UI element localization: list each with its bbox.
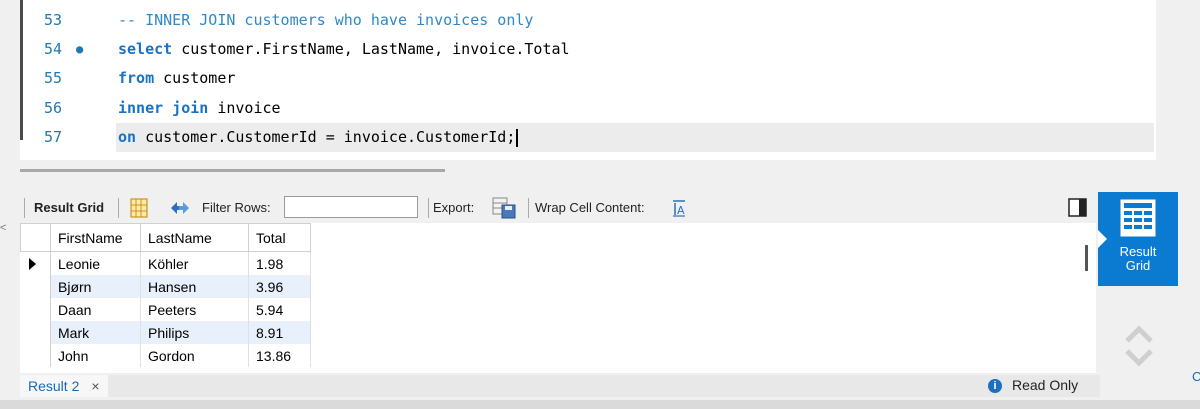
- code-text: from customer: [118, 64, 235, 93]
- table-row[interactable]: Leonie Köhler 1.98: [20, 251, 311, 275]
- table-row[interactable]: Bjørn Hansen 3.96: [20, 275, 311, 298]
- code-text: inner join invoice: [118, 94, 281, 123]
- result-tab-bar: Result 2 × i Read Only: [20, 375, 1100, 397]
- side-selection-notch: [1098, 230, 1107, 248]
- result-grid-tab-label[interactable]: Result Grid: [34, 200, 104, 215]
- sql-keyword: inner join: [118, 99, 209, 117]
- edge-fragment: C: [1192, 369, 1200, 384]
- cell-lastname[interactable]: Hansen: [140, 275, 249, 298]
- result-grid-side-button[interactable]: Result Grid: [1098, 192, 1178, 286]
- panel-toggle-icon[interactable]: [1068, 198, 1088, 218]
- code-text: select customer.FirstName, LastName, inv…: [118, 35, 570, 64]
- cell-firstname[interactable]: Leonie: [50, 251, 141, 275]
- filter-rows-label: Filter Rows:: [202, 200, 271, 215]
- table-row[interactable]: Daan Peeters 5.94: [20, 298, 311, 321]
- sql-keyword: from: [118, 69, 155, 87]
- row-header[interactable]: [20, 275, 51, 298]
- cell-lastname[interactable]: Philips: [140, 321, 249, 344]
- sql-keyword: select: [118, 40, 173, 58]
- side-label-line: Result: [1119, 244, 1157, 259]
- cell-firstname[interactable]: Daan: [50, 298, 141, 321]
- code-line-57-active[interactable]: on customer.CustomerId = invoice.Custome…: [116, 123, 1154, 152]
- text-caret: [516, 128, 519, 147]
- cell-lastname[interactable]: Köhler: [140, 251, 249, 275]
- result-grid-side-label: Result Grid: [1098, 245, 1178, 273]
- statement-marker-icon[interactable]: ●: [76, 35, 83, 64]
- read-only-status: i Read Only: [988, 377, 1079, 394]
- table-row[interactable]: Mark Philips 8.91: [20, 321, 311, 344]
- scroll-up-down-icon[interactable]: [1124, 323, 1154, 369]
- editor-horizontal-scrollbar[interactable]: [20, 169, 445, 172]
- grid-vertical-scrollbar[interactable]: [1085, 245, 1088, 271]
- cell-total[interactable]: 5.94: [248, 298, 311, 321]
- refresh-arrows-icon[interactable]: [168, 198, 192, 218]
- info-icon: i: [988, 379, 1002, 394]
- code-text: on customer.CustomerId = invoice.Custome…: [118, 123, 519, 152]
- cell-total[interactable]: 3.96: [248, 275, 311, 298]
- code-line-53[interactable]: 53 -- INNER JOIN customers who have invo…: [20, 6, 1156, 35]
- cell-lastname[interactable]: Peeters: [140, 298, 249, 321]
- result-grid[interactable]: FirstName LastName Total Leonie Köhler 1…: [20, 223, 1096, 373]
- svg-text:A: A: [677, 204, 685, 217]
- column-header-lastname[interactable]: LastName: [140, 223, 249, 252]
- toolbar-separator: [24, 198, 25, 218]
- row-header[interactable]: [20, 298, 51, 321]
- cell-lastname[interactable]: Gordon: [140, 344, 249, 367]
- column-header-total[interactable]: Total: [248, 223, 311, 252]
- cell-firstname[interactable]: Mark: [50, 321, 141, 344]
- export-icon[interactable]: [492, 196, 518, 220]
- line-number: 57: [44, 128, 63, 146]
- result-2-tab[interactable]: Result 2 ×: [20, 375, 108, 397]
- toolbar-separator: [118, 198, 119, 218]
- cell-total[interactable]: 13.86: [248, 344, 311, 367]
- column-header-firstname[interactable]: FirstName: [50, 223, 141, 252]
- code-line-54[interactable]: 54 ● select customer.FirstName, LastName…: [20, 35, 1156, 64]
- read-only-label: Read Only: [1012, 377, 1079, 393]
- row-header-corner: [20, 223, 51, 252]
- sql-text: customer: [154, 69, 236, 87]
- export-label: Export:: [433, 200, 475, 215]
- sql-editor[interactable]: 53 -- INNER JOIN customers who have invo…: [20, 0, 1156, 160]
- cell-firstname[interactable]: John: [50, 344, 141, 367]
- tab-label: Result 2: [28, 378, 80, 394]
- toolbar-separator: [428, 198, 429, 218]
- result-toolbar: Result Grid Filter Rows: Export: Wrap Ce…: [20, 193, 1096, 223]
- filter-rows-input[interactable]: [284, 196, 418, 218]
- result-table: FirstName LastName Total Leonie Köhler 1…: [20, 223, 311, 367]
- bottom-divider: [0, 400, 1200, 409]
- code-line-55[interactable]: 55 from customer: [20, 64, 1156, 93]
- sql-text: invoice: [208, 99, 281, 117]
- sql-text: customer.FirstName, LastName, invoice.To…: [172, 40, 570, 58]
- header-row: FirstName LastName Total: [20, 223, 311, 252]
- result-grid-icon: [1120, 199, 1156, 237]
- sql-comment: -- INNER JOIN customers who have invoice…: [118, 11, 534, 29]
- line-number: 56: [44, 99, 63, 117]
- close-icon[interactable]: ×: [91, 378, 99, 394]
- table-row[interactable]: John Gordon 13.86: [20, 344, 311, 367]
- current-row-arrow-icon: [28, 257, 36, 270]
- line-number: 54: [44, 40, 63, 58]
- wrap-text-icon[interactable]: A: [670, 199, 688, 217]
- sql-keyword: on: [118, 128, 137, 146]
- toolbar-separator: [528, 198, 529, 218]
- wrap-cell-content-label: Wrap Cell Content:: [535, 200, 645, 215]
- collapse-arrow-icon[interactable]: <: [0, 222, 6, 234]
- grid-toggle-icon[interactable]: [130, 198, 148, 218]
- row-header[interactable]: [20, 251, 51, 275]
- row-header[interactable]: [20, 344, 51, 367]
- sql-text: customer.CustomerId = invoice.CustomerId…: [136, 128, 516, 146]
- line-number: 53: [44, 11, 63, 29]
- cell-total[interactable]: 1.98: [248, 251, 311, 275]
- row-header[interactable]: [20, 321, 51, 344]
- code-line-56[interactable]: 56 inner join invoice: [20, 94, 1156, 123]
- cell-total[interactable]: 8.91: [248, 321, 311, 344]
- cell-firstname[interactable]: Bjørn: [50, 275, 141, 298]
- line-number: 55: [44, 69, 63, 87]
- side-label-line: Grid: [1125, 258, 1151, 273]
